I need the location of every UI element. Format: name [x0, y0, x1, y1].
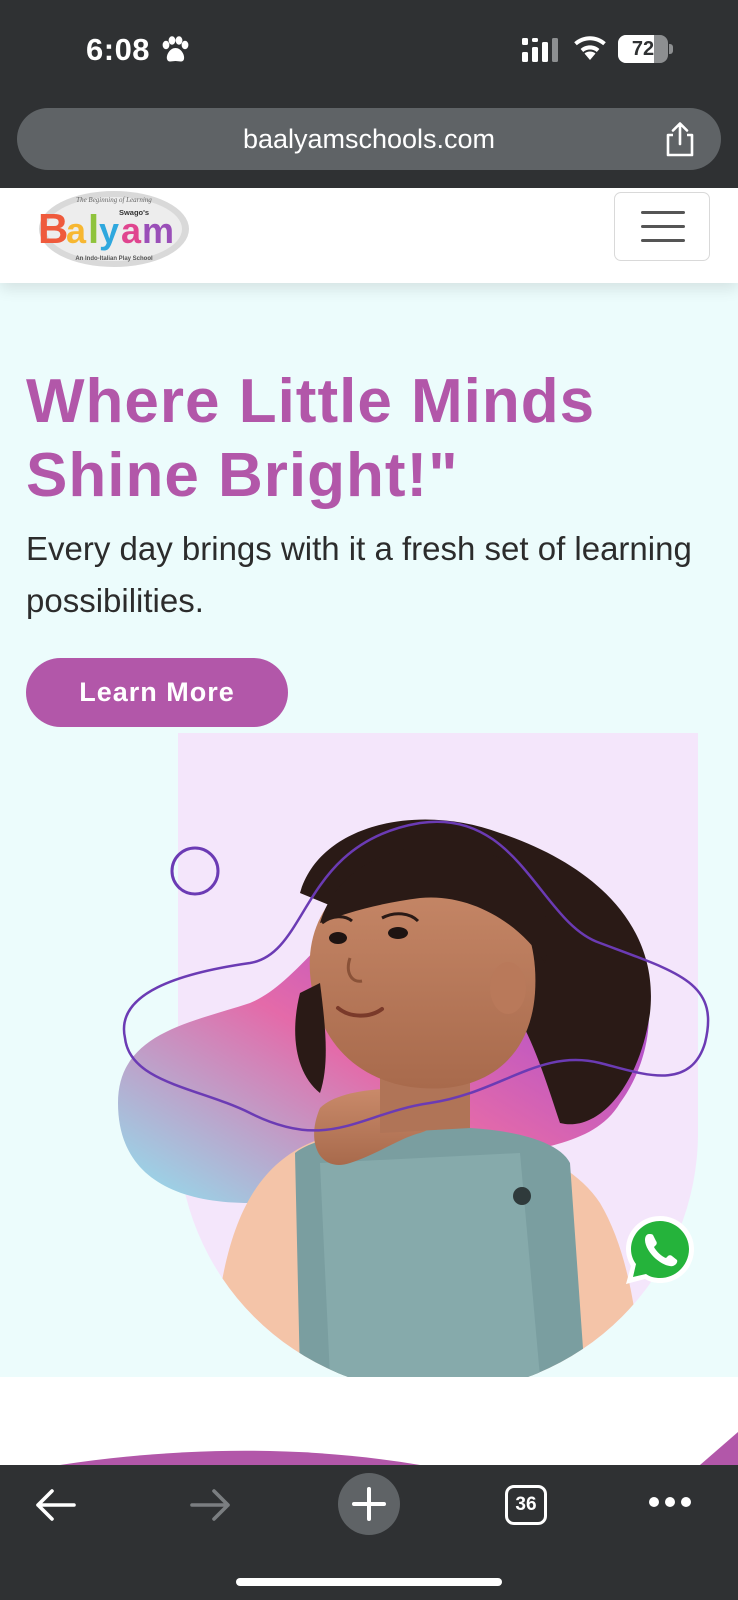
url-text[interactable]: baalyamschools.com: [17, 108, 721, 170]
whatsapp-icon[interactable]: [622, 1212, 698, 1288]
svg-text:a: a: [66, 210, 87, 251]
balyam-logo[interactable]: The Beginning of Learning Swago's B a l …: [36, 188, 192, 270]
svg-text:m: m: [142, 210, 174, 251]
phone-screen: 6:08 72 baalyamschools.com The Beginning…: [0, 0, 738, 1600]
status-bar: 6:08 72: [0, 0, 738, 100]
back-arrow-icon[interactable]: [32, 1487, 78, 1523]
cellular-signal-icon: [522, 38, 558, 62]
svg-text:a: a: [121, 210, 142, 251]
plus-icon: [352, 1487, 386, 1521]
battery-level-text: 72: [631, 38, 655, 60]
hero-subtitle: Every day brings with it a fresh set of …: [26, 530, 692, 619]
section-wave-decoration: [60, 1432, 738, 1465]
share-icon[interactable]: [663, 122, 697, 158]
svg-text:B: B: [38, 205, 68, 252]
address-bar[interactable]: baalyamschools.com: [17, 108, 721, 170]
hero-title: Where Little Minds Shine Bright!": [26, 367, 596, 510]
web-page: The Beginning of Learning Swago's B a l …: [0, 188, 738, 1465]
logo-tagline: The Beginning of Learning: [76, 196, 152, 204]
battery-icon: 72: [618, 35, 673, 63]
learn-more-button[interactable]: Learn More: [26, 658, 288, 727]
browser-toolbar: 36: [0, 1465, 738, 1600]
forward-arrow-icon[interactable]: [188, 1487, 234, 1523]
status-time: 6:08: [86, 32, 151, 67]
home-indicator[interactable]: [236, 1578, 502, 1586]
site-header: The Beginning of Learning Swago's B a l …: [0, 188, 738, 283]
svg-text:y: y: [99, 210, 119, 251]
svg-text:l: l: [88, 208, 99, 252]
new-tab-button[interactable]: [338, 1473, 400, 1535]
logo-subtitle: An Indo-Italian Play School: [75, 256, 153, 262]
wifi-icon: [574, 36, 606, 60]
paw-icon: [162, 36, 189, 62]
more-icon[interactable]: [648, 1495, 692, 1509]
next-section: [0, 1377, 738, 1465]
hamburger-menu-icon[interactable]: [614, 192, 710, 261]
tab-switcher-button[interactable]: 36: [505, 1485, 547, 1525]
